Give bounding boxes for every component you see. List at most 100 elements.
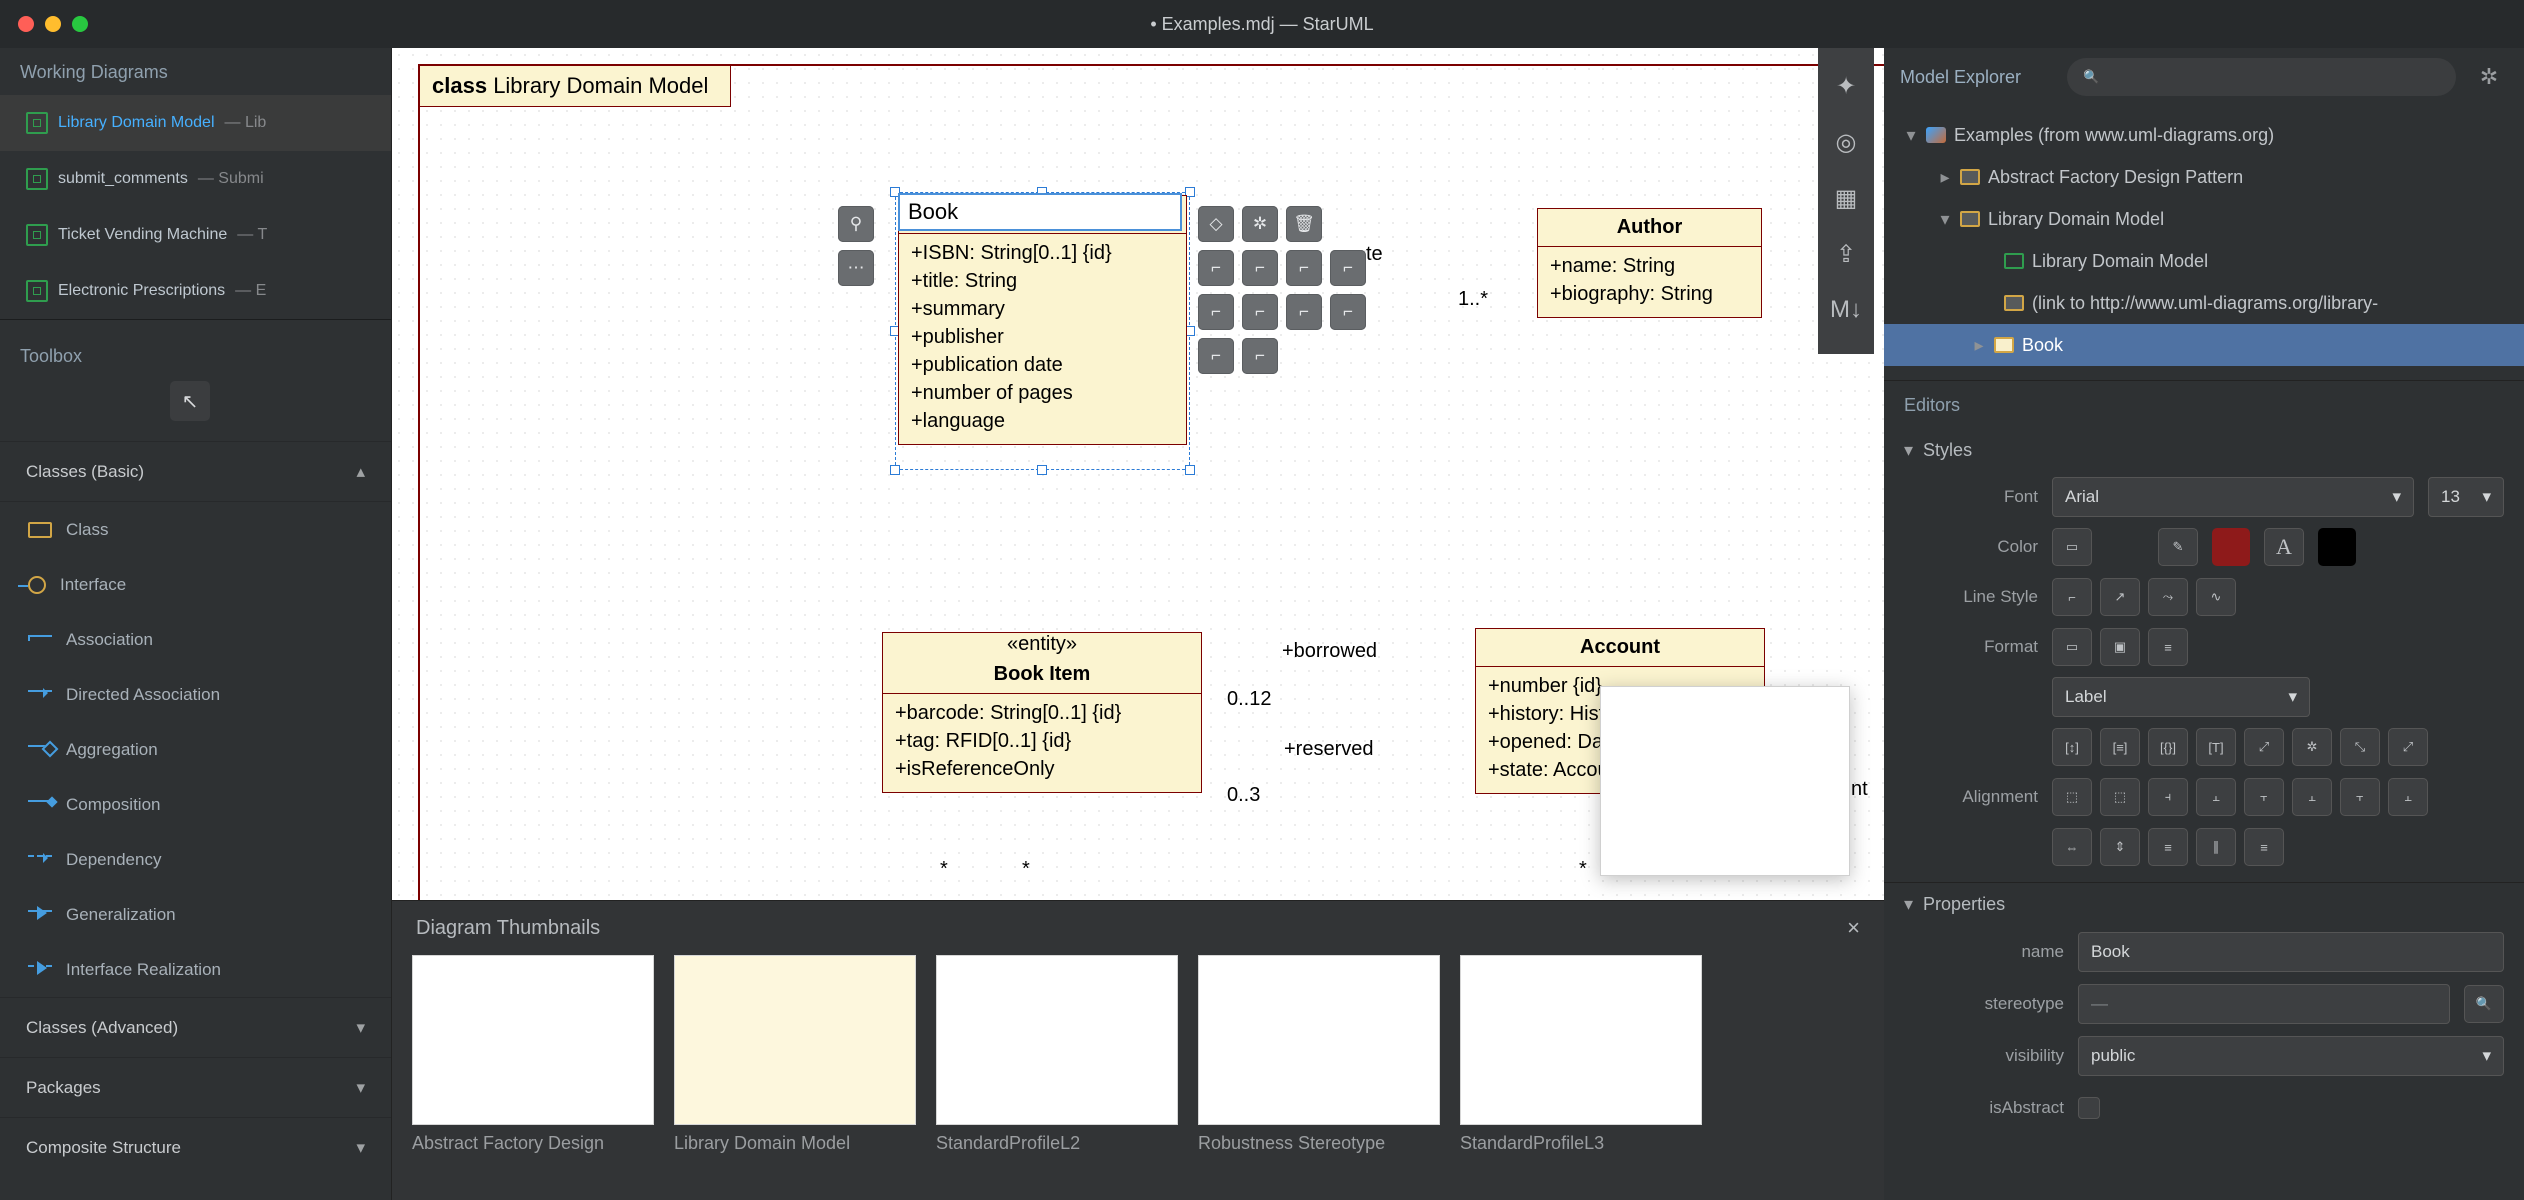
format-option[interactable]: ▭	[2052, 628, 2092, 666]
prop-stereo-input[interactable]: —	[2078, 984, 2450, 1024]
fill-none-button[interactable]: ▭	[2052, 528, 2092, 566]
markdown-icon[interactable]: M↓	[1818, 282, 1874, 338]
share-icon[interactable]: ⇪	[1818, 226, 1874, 282]
quick-link-button[interactable]: ⌐	[1242, 294, 1278, 330]
quick-more-button[interactable]: ⋯	[838, 250, 874, 286]
align-option[interactable]: ⬚	[2052, 778, 2092, 816]
text-color-button[interactable]: A	[2264, 528, 2304, 566]
linestyle-option[interactable]: ⤳	[2148, 578, 2188, 616]
search-input[interactable]: 🔍	[2067, 58, 2456, 96]
quick-link-button[interactable]: ⌐	[1198, 338, 1234, 374]
display-option[interactable]: ✲	[2292, 728, 2332, 766]
thumbnail-card[interactable]: Library Domain Model	[674, 955, 916, 1190]
display-option[interactable]: [↕]	[2052, 728, 2092, 766]
quick-link-button[interactable]: ⌐	[1330, 250, 1366, 286]
thumbnail-card[interactable]: StandardProfileL2	[936, 955, 1178, 1190]
tool-interface[interactable]: Interface	[0, 557, 391, 612]
tree-item[interactable]: ▸Abstract Factory Design Pattern	[1884, 156, 2524, 198]
format-option[interactable]: ≡	[2148, 628, 2188, 666]
label-style-select[interactable]: Label▾	[2052, 677, 2310, 717]
linestyle-option[interactable]: ⌐	[2052, 578, 2092, 616]
linestyle-option[interactable]: ∿	[2196, 578, 2236, 616]
prop-name-input[interactable]: Book	[2078, 932, 2504, 972]
quick-settings-button[interactable]: ✲	[1242, 206, 1278, 242]
line-swatch[interactable]	[2212, 528, 2250, 566]
display-option[interactable]: ⤢	[2244, 728, 2284, 766]
tool-directed-association[interactable]: Directed Association	[0, 667, 391, 722]
tree-item[interactable]: (link to http://www.uml-diagrams.org/lib…	[1884, 282, 2524, 324]
tree-item[interactable]: Library Domain Model	[1884, 240, 2524, 282]
fill-swatch[interactable]	[2106, 528, 2144, 566]
align-option[interactable]: ⫞	[2148, 778, 2188, 816]
styles-section[interactable]: ▾Styles	[1884, 428, 2524, 472]
tree-item-selected[interactable]: ▸Book	[1884, 324, 2524, 366]
prop-abstract-checkbox[interactable]	[2078, 1097, 2100, 1119]
format-option[interactable]: ▣	[2100, 628, 2140, 666]
extension-icon[interactable]: ✦	[1818, 58, 1874, 114]
target-icon[interactable]: ◎	[1818, 114, 1874, 170]
thumbnail-card[interactable]: Robustness Stereotype	[1198, 955, 1440, 1190]
quick-link-button[interactable]: ⌐	[1286, 250, 1322, 286]
align-option[interactable]: ⫠	[2196, 778, 2236, 816]
uml-class-author[interactable]: Author +name: String+biography: String	[1537, 208, 1762, 318]
quick-link-button[interactable]: ⌐	[1242, 338, 1278, 374]
diagram-canvas[interactable]: class Library Domain Model	[392, 48, 1884, 900]
traffic-min[interactable]	[45, 16, 61, 32]
working-diagram-item[interactable]: Ticket Vending Machine — T	[0, 207, 391, 263]
quick-delete-button[interactable]: 🗑	[1286, 206, 1322, 242]
quick-link-button[interactable]: ⌐	[1330, 294, 1366, 330]
working-diagram-item[interactable]: submit_comments — Submi	[0, 151, 391, 207]
distribute-option[interactable]: ≡	[2244, 828, 2284, 866]
quick-link-button[interactable]: ⌐	[1198, 250, 1234, 286]
quick-tool-button[interactable]: ◇	[1198, 206, 1234, 242]
quick-edit-name-input[interactable]: Book	[898, 193, 1182, 231]
toolbox-section-composite[interactable]: Composite Structure▾	[0, 1117, 391, 1177]
edit-line-color-button[interactable]: ✎	[2158, 528, 2198, 566]
prop-visibility-select[interactable]: public▾	[2078, 1036, 2504, 1076]
tool-association[interactable]: Association	[0, 612, 391, 667]
tree-item[interactable]: ▾Examples (from www.uml-diagrams.org)	[1884, 114, 2524, 156]
display-option[interactable]: [T]	[2196, 728, 2236, 766]
font-size-input[interactable]: 13▾	[2428, 477, 2504, 517]
display-option[interactable]: [≡]	[2100, 728, 2140, 766]
uml-class-book[interactable]: Book +ISBN: String[0..1] {id}+title: Str…	[898, 195, 1187, 445]
quick-link-button[interactable]: ⌐	[1198, 294, 1234, 330]
display-option[interactable]: ⤡	[2340, 728, 2380, 766]
font-select[interactable]: Arial▾	[2052, 477, 2414, 517]
working-diagram-item[interactable]: Electronic Prescriptions — E	[0, 263, 391, 319]
traffic-max[interactable]	[72, 16, 88, 32]
tool-generalization[interactable]: Generalization	[0, 887, 391, 942]
linestyle-option[interactable]: ↗	[2100, 578, 2140, 616]
thumbnail-card[interactable]: StandardProfileL3	[1460, 955, 1702, 1190]
settings-button[interactable]: ✲	[2470, 58, 2508, 96]
uml-class-bookitem[interactable]: «entity» Book Item +barcode: String[0..1…	[882, 632, 1202, 793]
thumbnail-card[interactable]: Abstract Factory Design	[412, 955, 654, 1190]
display-option[interactable]: ⤢	[2388, 728, 2428, 766]
minimap[interactable]	[1600, 686, 1850, 876]
align-option[interactable]: ⬚	[2100, 778, 2140, 816]
search-stereo-button[interactable]: 🔍	[2464, 985, 2504, 1023]
properties-section[interactable]: ▾Properties	[1884, 882, 2524, 926]
tree-item[interactable]: ▾Library Domain Model	[1884, 198, 2524, 240]
toolbox-section-classes-advanced[interactable]: Classes (Advanced)▾	[0, 997, 391, 1057]
tool-interface-realization[interactable]: Interface Realization	[0, 942, 391, 997]
align-option[interactable]: ⫠	[2292, 778, 2332, 816]
distribute-option[interactable]: ⇔	[2052, 828, 2092, 866]
distribute-option[interactable]: ≡	[2148, 828, 2188, 866]
traffic-close[interactable]	[18, 16, 34, 32]
tool-composition[interactable]: Composition	[0, 777, 391, 832]
tool-class[interactable]: Class	[0, 502, 391, 557]
quick-link-button[interactable]: ⌐	[1242, 250, 1278, 286]
quick-link-button[interactable]: ⌐	[1286, 294, 1322, 330]
grid-icon[interactable]: ▦	[1818, 170, 1874, 226]
display-option[interactable]: [{}]	[2148, 728, 2188, 766]
tool-dependency[interactable]: Dependency	[0, 832, 391, 887]
align-option[interactable]: ⫠	[2388, 778, 2428, 816]
tool-aggregation[interactable]: Aggregation	[0, 722, 391, 777]
align-option[interactable]: ⫟	[2244, 778, 2284, 816]
distribute-option[interactable]: ⇕	[2100, 828, 2140, 866]
align-option[interactable]: ⫟	[2340, 778, 2380, 816]
quick-visibility-button[interactable]: ⚲	[838, 206, 874, 242]
distribute-option[interactable]: ∥	[2196, 828, 2236, 866]
toolbox-section-classes-basic[interactable]: Classes (Basic)▴	[0, 441, 391, 501]
